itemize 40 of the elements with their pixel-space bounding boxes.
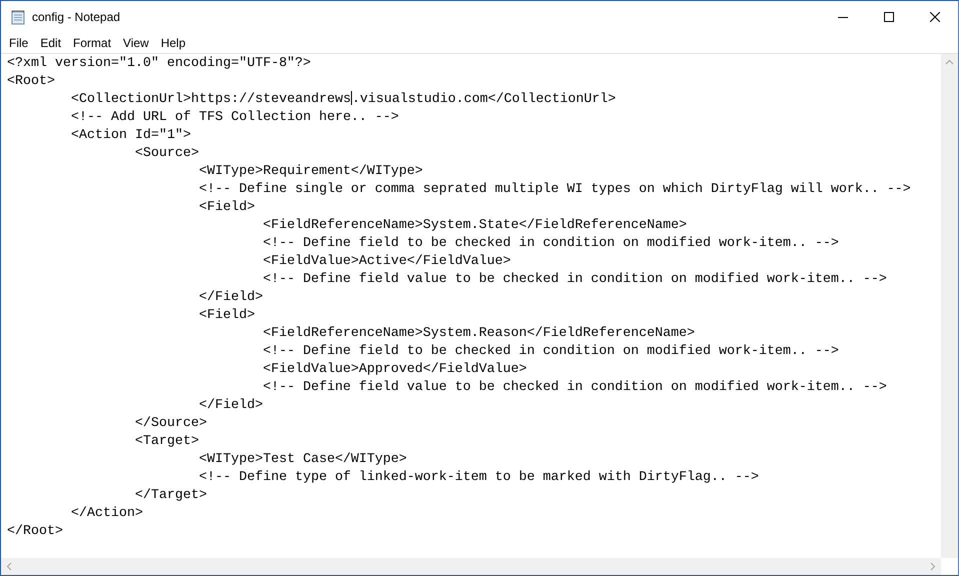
code-line: <CollectionUrl>https://steveandrews — [70, 92, 351, 107]
code-line: </Field> — [198, 397, 263, 415]
code-line: <Field> — [198, 199, 255, 217]
code-line: <!-- Define field to be checked in condition on modified work-item.. --> — [262, 343, 839, 361]
code-line: <!-- Add URL of TFS Collection here.. --> — [70, 109, 399, 127]
notepad-icon — [10, 8, 26, 24]
code-line: <Target> — [134, 433, 199, 451]
code-line: <!-- Define field value to be checked in condition on modified work-item.. --> — [262, 379, 887, 397]
menu-item[interactable]: Edit — [34, 32, 68, 52]
close-icon — [930, 12, 940, 22]
vertical-scrollbar[interactable] — [941, 54, 958, 558]
menu-item[interactable]: View — [117, 32, 155, 52]
horizontal-scrollbar[interactable] — [1, 558, 941, 575]
maximize-icon — [884, 12, 894, 22]
code-line: <!-- Define field value to be checked in condition on modified work-item.. --> — [262, 271, 887, 289]
code-line: <?xml version="1.0" encoding="UTF-8"?> — [7, 55, 311, 73]
code-line: <!-- Define type of linked-work-item to be marked with DirtyFlag.. --> — [198, 469, 759, 487]
code-line: <Source> — [134, 145, 199, 163]
menu-item[interactable]: Format — [67, 32, 118, 52]
window-title: config - Notepad — [32, 8, 120, 26]
text-cursor — [350, 91, 352, 105]
code-line: <FieldReferenceName>System.State</FieldReferenceName> — [262, 217, 687, 235]
code-line: <WIType>Test Case</WIType> — [198, 451, 407, 469]
code-line: <FieldReferenceName>System.Reason</FieldReferenceName> — [262, 325, 695, 343]
code-line: </Root> — [7, 523, 63, 541]
code-line: </Field> — [198, 289, 263, 307]
code-line: <WIType>Requirement</WIType> — [198, 163, 423, 181]
code-line: </Action> — [70, 505, 143, 523]
code-line: .visualstudio.com</CollectionUrl> — [352, 92, 616, 107]
code-line: <!-- Define field to be checked in condition on modified work-item.. --> — [262, 235, 839, 253]
code-line: <Root> — [7, 73, 55, 91]
code-line: <!-- Define single or comma seprated multiple WI types on which DirtyFlag will work.. --> — [198, 181, 911, 199]
code-line: </Target> — [134, 487, 207, 505]
code-line: <Action Id="1"> — [70, 127, 191, 145]
code-line: <FieldValue>Approved</FieldValue> — [262, 361, 527, 379]
code-line: </Source> — [134, 415, 207, 433]
code-line: <FieldValue>Active</FieldValue> — [262, 253, 511, 271]
code-line: <Field> — [198, 307, 255, 325]
menu-item[interactable]: File — [3, 32, 34, 52]
menu-item[interactable]: Help — [154, 32, 192, 52]
